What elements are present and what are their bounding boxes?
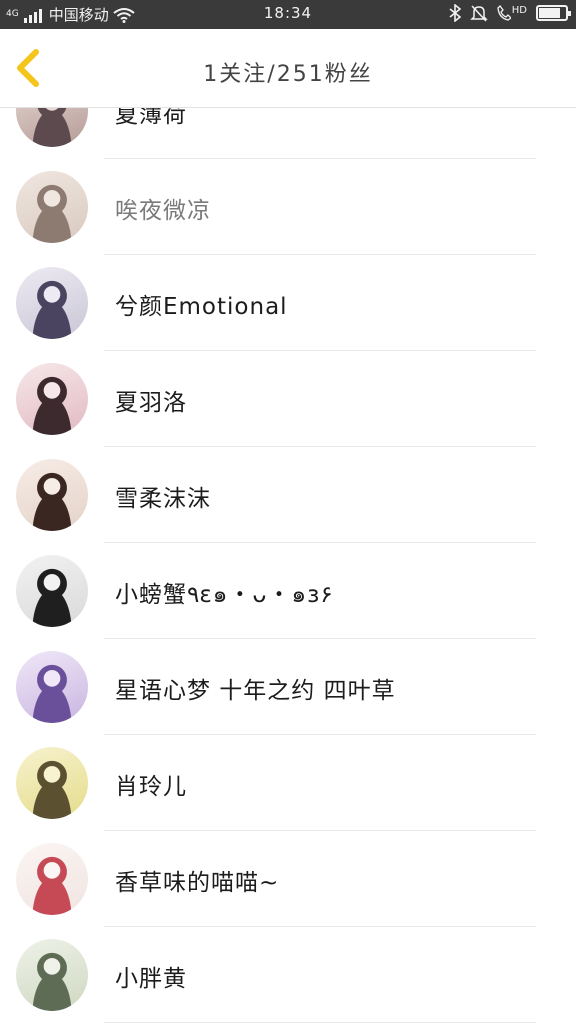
follower-name: 肖玲儿 bbox=[115, 774, 187, 800]
follower-list: 夏薄荷唉夜微凉兮颜Emotional 夏羽洛雪柔沫沫小螃蟹٩ɛ๑・ᴗ・๑ɜ۶ 星语心… bbox=[0, 108, 576, 1024]
hd-label: HD bbox=[511, 4, 527, 16]
list-item[interactable]: 小胖黄 bbox=[0, 927, 576, 1023]
follower-name: 星语心梦 十年之约 四叶草 bbox=[115, 678, 396, 704]
list-item[interactable]: 小螃蟹٩ɛ๑・ᴗ・๑ɜ۶ bbox=[0, 543, 576, 639]
list-item[interactable]: 肖玲儿 bbox=[0, 735, 576, 831]
status-right: HD bbox=[449, 4, 571, 22]
battery-fill bbox=[539, 8, 560, 18]
row-divider bbox=[104, 1022, 536, 1023]
bluetooth-icon bbox=[449, 4, 461, 22]
list-item[interactable]: 星语心梦 十年之约 四叶草 bbox=[0, 639, 576, 735]
list-item[interactable]: 夏薄荷 bbox=[0, 108, 576, 159]
avatar[interactable] bbox=[16, 459, 88, 531]
follower-name: 香草味的喵喵~ bbox=[115, 870, 280, 896]
call-hd-icon: HD bbox=[497, 5, 527, 21]
avatar[interactable] bbox=[16, 171, 88, 243]
follower-name: 唉夜微凉 bbox=[115, 198, 211, 224]
status-bar: 4G 中国移动 18:34 HD bbox=[0, 0, 576, 29]
header: 1关注/251粉丝 bbox=[0, 29, 576, 108]
avatar[interactable] bbox=[16, 267, 88, 339]
list-item[interactable]: 兮颜Emotional bbox=[0, 255, 576, 351]
follower-name: 夏薄荷 bbox=[115, 108, 187, 128]
avatar[interactable] bbox=[16, 939, 88, 1011]
page-title: 1关注/251粉丝 bbox=[203, 62, 373, 87]
avatar[interactable] bbox=[16, 363, 88, 435]
follower-name: 小螃蟹٩ɛ๑・ᴗ・๑ɜ۶ bbox=[115, 582, 333, 608]
phone-icon bbox=[497, 5, 511, 21]
list-item[interactable]: 夏羽洛 bbox=[0, 351, 576, 447]
follower-name: 小胖黄 bbox=[115, 966, 187, 992]
bell-muted-icon bbox=[469, 5, 488, 22]
follower-name: 夏羽洛 bbox=[115, 390, 187, 416]
follower-name: 雪柔沫沫 bbox=[115, 486, 211, 512]
list-item[interactable]: 香草味的喵喵~ bbox=[0, 831, 576, 927]
list-item[interactable]: 雪柔沫沫 bbox=[0, 447, 576, 543]
avatar[interactable] bbox=[16, 843, 88, 915]
follower-name: 兮颜Emotional bbox=[115, 294, 288, 320]
list-item[interactable]: 唉夜微凉 bbox=[0, 159, 576, 255]
battery-icon bbox=[536, 5, 571, 21]
avatar[interactable] bbox=[16, 108, 88, 147]
avatar[interactable] bbox=[16, 555, 88, 627]
follower-list-inner: 夏薄荷唉夜微凉兮颜Emotional 夏羽洛雪柔沫沫小螃蟹٩ɛ๑・ᴗ・๑ɜ۶ 星语心… bbox=[0, 108, 576, 1023]
avatar[interactable] bbox=[16, 747, 88, 819]
avatar[interactable] bbox=[16, 651, 88, 723]
